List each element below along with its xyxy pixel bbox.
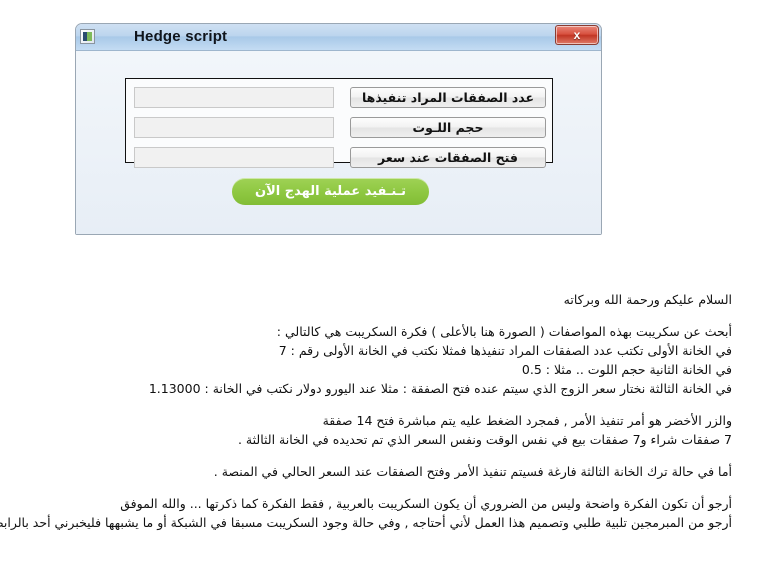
- open-price-field[interactable]: [134, 147, 334, 168]
- input-panel: عدد الصفقات المراد تنفيذها حجم اللـوت فت…: [125, 78, 553, 168]
- text-line: أما في حالة ترك الخانة الثالثة فارغة فسي…: [213, 464, 732, 479]
- paragraph-specs: أبحث عن سكريبت بهذه المواصفات ( الصورة ه…: [10, 322, 732, 398]
- paragraph-greeting: السلام عليكم ورحمة الله وبركاته: [10, 290, 732, 309]
- text-line: في الخانة الأولى تكتب عدد الصفقات المراد…: [278, 343, 732, 358]
- text-line: 7 صفقات شراء و7 صفقات بيع في نفس الوقت و…: [237, 432, 732, 447]
- window-title: Hedge script: [134, 28, 228, 45]
- lot-size-field[interactable]: [134, 117, 334, 138]
- open-price-row: فتح الصفقات عند سعر: [126, 147, 552, 168]
- deals-count-row: عدد الصفقات المراد تنفيذها: [126, 87, 552, 108]
- open-price-button[interactable]: فتح الصفقات عند سعر: [350, 147, 546, 168]
- text-line: أرجو من المبرمجين تلبية طلبي وتصميم هذا …: [0, 515, 732, 530]
- paragraph-green-button: والزر الأخضر هو أمر تنفيذ الأمر , فمجرد …: [10, 411, 732, 449]
- text-line: في الخانة الثانية حجم اللوت .. مثلا : 0.…: [521, 362, 732, 377]
- deals-count-field[interactable]: [134, 87, 334, 108]
- close-button[interactable]: x: [555, 25, 599, 45]
- paragraph-closing: أرجو أن تكون الفكرة واضحة وليس من الضرور…: [0, 494, 732, 532]
- text-line: أبحث عن سكريبت بهذه المواصفات ( الصورة ه…: [276, 324, 732, 339]
- hedge-script-window: Hedge script x عدد الصفقات المراد تنفيذه…: [75, 23, 602, 235]
- window-titlebar[interactable]: Hedge script x: [76, 24, 601, 51]
- text-line: في الخانة الثالثة نختار سعر الزوج الذي س…: [148, 381, 732, 396]
- post-body: السلام عليكم ورحمة الله وبركاته أبحث عن …: [0, 290, 732, 538]
- text-line: السلام عليكم ورحمة الله وبركاته: [563, 292, 732, 307]
- text-line: أرجو أن تكون الفكرة واضحة وليس من الضرور…: [120, 496, 732, 511]
- lot-size-button[interactable]: حجم اللـوت: [350, 117, 546, 138]
- application-icon: [80, 29, 95, 44]
- deals-count-button[interactable]: عدد الصفقات المراد تنفيذها: [350, 87, 546, 108]
- execute-hedge-button[interactable]: تـنـفيد عملية الهدج الآن: [232, 178, 429, 205]
- close-icon: x: [573, 28, 581, 42]
- paragraph-empty-field-case: أما في حالة ترك الخانة الثالثة فارغة فسي…: [10, 462, 732, 481]
- lot-size-row: حجم اللـوت: [126, 117, 552, 138]
- window-client-area: عدد الصفقات المراد تنفيذها حجم اللـوت فت…: [76, 51, 601, 234]
- text-line: والزر الأخضر هو أمر تنفيذ الأمر , فمجرد …: [322, 413, 732, 428]
